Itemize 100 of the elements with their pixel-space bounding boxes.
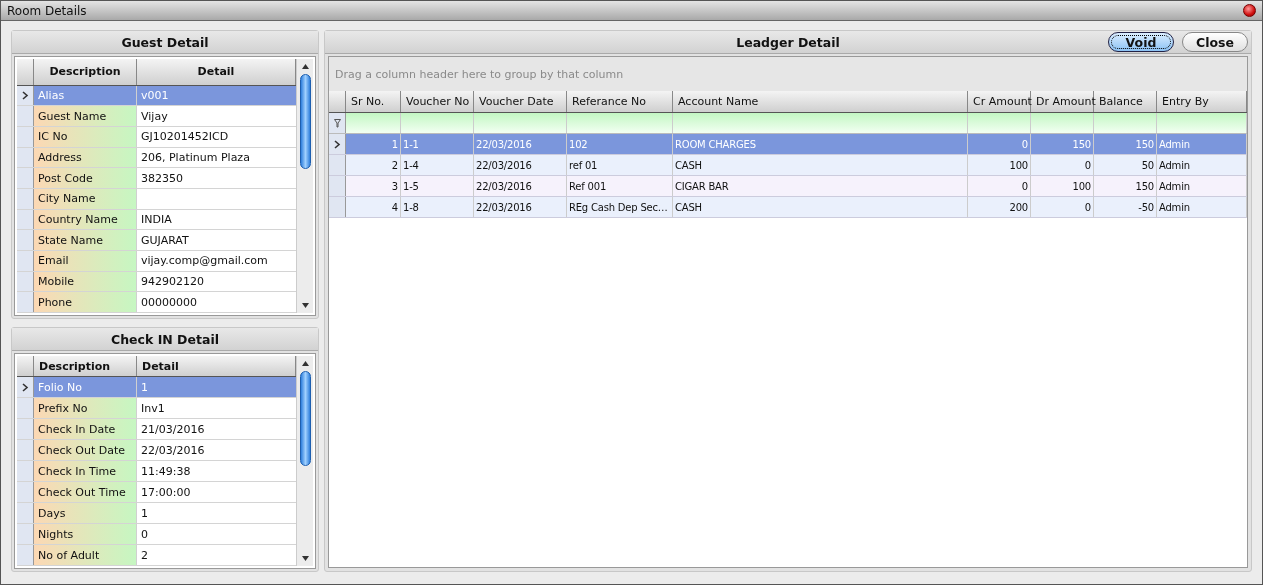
detail-cell-text: 2	[140, 547, 149, 564]
grid-row[interactable]: Address 206, Platinum Plaza	[17, 147, 296, 169]
detail-cell-text: INDIA	[140, 211, 173, 228]
grid-row[interactable]: Check In Time 11:49:38	[17, 461, 296, 482]
scroll-thumb[interactable]	[299, 74, 311, 169]
description-cell: Post Code	[34, 168, 137, 188]
description-cell: Check In Date	[34, 419, 137, 439]
table-cell: 22/03/2016	[474, 134, 567, 154]
detail-cell-text: vijay.comp@gmail.com	[140, 253, 269, 270]
scroll-down-icon[interactable]	[301, 556, 309, 561]
column-header[interactable]: Entry By	[1157, 91, 1247, 112]
ledger-row[interactable]: 4 1-8 22/03/2016 REg Cash Dep Sec… CASH 200 0 -50 Admin	[329, 197, 1247, 218]
table-cell: REg Cash Dep Sec…	[567, 197, 673, 217]
table-cell: 0	[968, 134, 1031, 154]
table-cell: CASH	[673, 155, 968, 175]
column-header[interactable]: Description	[34, 59, 137, 85]
grid-row[interactable]: Days 1	[17, 503, 296, 524]
detail-cell-text: 1	[140, 505, 149, 522]
description-cell: Address	[34, 147, 137, 168]
description-cell: Phone	[34, 292, 137, 312]
grid-row[interactable]: Country Name INDIA	[17, 209, 296, 231]
column-header[interactable]: Description	[34, 356, 137, 376]
description-cell: State Name	[34, 230, 137, 250]
column-header[interactable]: Sr No.	[346, 91, 401, 112]
column-header[interactable]: Account Name	[673, 91, 968, 112]
close-button[interactable]: Close	[1182, 32, 1248, 52]
description-cell: Mobile	[34, 271, 137, 292]
close-icon[interactable]	[1243, 4, 1256, 17]
ledger-row[interactable]: 2 1-4 22/03/2016 ref 01 CASH 100 0 50 Admin	[329, 155, 1247, 176]
detail-cell-text: 382350	[140, 170, 184, 187]
grid-row[interactable]: Mobile 942902120	[17, 271, 296, 293]
grid-row[interactable]: No of Adult 2	[17, 545, 296, 566]
scroll-up-icon[interactable]	[301, 361, 309, 366]
grid-row[interactable]: Check Out Date 22/03/2016	[17, 440, 296, 461]
column-header[interactable]: Dr Amount	[1031, 91, 1094, 112]
column-header[interactable]: Voucher No	[401, 91, 474, 112]
scroll-thumb[interactable]	[299, 371, 311, 466]
table-cell: 100	[968, 155, 1031, 175]
panel-title: Guest Detail	[121, 34, 209, 50]
detail-cell-text: 942902120	[140, 273, 205, 290]
grid-row[interactable]: Guest Name Vijay	[17, 106, 296, 127]
detail-cell-text: 21/03/2016	[140, 421, 206, 438]
table-cell: 0	[1031, 197, 1094, 217]
filter-icon[interactable]	[333, 118, 341, 128]
scrollbar[interactable]	[296, 356, 313, 566]
grid-row[interactable]: IC No GJ10201452ICD	[17, 126, 296, 148]
description-cell: Prefix No	[34, 398, 137, 418]
table-cell: 102	[567, 134, 673, 154]
row-indicator[interactable]	[329, 134, 346, 154]
table-cell: CASH	[673, 197, 968, 217]
grid-row[interactable]: Email vijay.comp@gmail.com	[17, 250, 296, 272]
table-cell: 1-8	[401, 197, 474, 217]
scroll-up-icon[interactable]	[301, 64, 309, 69]
table-cell: 22/03/2016	[474, 155, 567, 175]
table-cell: 1-1	[401, 134, 474, 154]
table-cell: Admin	[1157, 197, 1247, 217]
grid-row[interactable]: City Name	[17, 188, 296, 210]
detail-cell-text: 00000000	[140, 294, 198, 311]
ledger-row[interactable]: 3 1-5 22/03/2016 Ref 001 CIGAR BAR 0 100 150 Admin	[329, 176, 1247, 197]
window-title: Room Details	[7, 3, 87, 18]
detail-cell-text: Inv1	[140, 400, 166, 417]
panel-title: Check IN Detail	[111, 331, 219, 347]
table-cell: ref 01	[567, 155, 673, 175]
detail-cell-text: 206, Platinum Plaza	[140, 149, 251, 166]
table-cell: 1	[346, 134, 401, 154]
table-cell: 100	[1031, 176, 1094, 196]
table-cell: 1-4	[401, 155, 474, 175]
description-cell: No of Adult	[34, 545, 137, 565]
scroll-down-icon[interactable]	[301, 303, 309, 308]
column-header[interactable]: Voucher Date	[474, 91, 567, 112]
column-header[interactable]: Cr Amount	[968, 91, 1031, 112]
detail-cell-text: 1	[140, 379, 149, 396]
table-cell: Admin	[1157, 176, 1247, 196]
table-cell: Admin	[1157, 134, 1247, 154]
table-cell: 1-5	[401, 176, 474, 196]
grid-row[interactable]: Check Out Time 17:00:00	[17, 482, 296, 503]
grid-row[interactable]: Post Code 382350	[17, 168, 296, 189]
table-cell: 22/03/2016	[474, 197, 567, 217]
table-cell: 150	[1094, 134, 1157, 154]
description-cell: Email	[34, 250, 137, 271]
row-indicator-icon	[21, 382, 29, 392]
table-cell: 22/03/2016	[474, 176, 567, 196]
detail-cell-text: 11:49:38	[140, 463, 192, 480]
description-cell: Country Name	[34, 209, 137, 230]
void-button[interactable]: Void	[1108, 32, 1174, 52]
grid-row[interactable]: Nights 0	[17, 524, 296, 545]
scrollbar[interactable]	[296, 59, 313, 313]
detail-cell-text: GJ10201452ICD	[140, 129, 230, 146]
row-indicator[interactable]	[17, 377, 34, 397]
table-cell: Ref 001	[567, 176, 673, 196]
grid-row[interactable]: Prefix No Inv1	[17, 398, 296, 419]
table-cell: 3	[346, 176, 401, 196]
table-cell: CIGAR BAR	[673, 176, 968, 196]
grid-row[interactable]: Check In Date 21/03/2016	[17, 419, 296, 440]
grid-row[interactable]: Phone 00000000	[17, 292, 296, 313]
description-cell: IC No	[34, 126, 137, 147]
column-header[interactable]: Referance No	[567, 91, 673, 112]
detail-cell-text: GUJARAT	[140, 232, 190, 249]
table-cell: 50	[1094, 155, 1157, 175]
grid-row[interactable]: State Name GUJARAT	[17, 230, 296, 251]
